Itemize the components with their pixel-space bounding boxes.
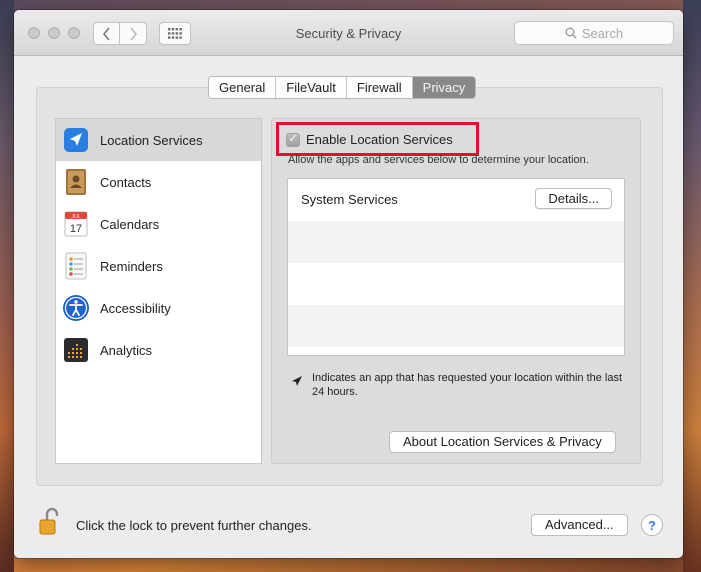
sidebar-item-label: Contacts — [100, 174, 152, 190]
table-row-empty — [288, 305, 624, 347]
sidebar-item-reminders[interactable]: Reminders — [56, 245, 261, 287]
sidebar-item-accessibility[interactable]: Accessibility — [56, 287, 261, 329]
desktop-background-left — [0, 0, 14, 572]
search-field[interactable]: Search — [514, 21, 674, 45]
sidebar-item-label: Calendars — [100, 216, 160, 232]
svg-text:JUL: JUL — [72, 214, 81, 220]
tab-bar: General FileVault Firewall Privacy — [208, 76, 477, 99]
search-placeholder: Search — [581, 25, 624, 41]
sidebar-item-label: Reminders — [100, 258, 163, 274]
sidebar-item-analytics[interactable]: Analytics — [56, 329, 261, 371]
table-row-empty — [288, 221, 624, 263]
tab-privacy[interactable]: Privacy — [412, 77, 476, 98]
sidebar-item-label: Location Services — [100, 132, 203, 148]
svg-text:17: 17 — [70, 223, 82, 235]
unlocked-padlock-icon — [39, 507, 59, 535]
enable-location-checkbox[interactable]: ✓ — [286, 132, 300, 147]
tab-firewall[interactable]: Firewall — [346, 77, 413, 98]
desktop-background-right — [683, 0, 701, 572]
reminders-list-icon — [62, 252, 90, 280]
privacy-sidebar: Location Services Contacts JUL 17 Calenda… — [55, 118, 262, 464]
advanced-button[interactable]: Advanced... — [531, 514, 628, 536]
details-button[interactable]: Details... — [535, 188, 612, 209]
sidebar-item-location-services[interactable]: Location Services — [56, 119, 261, 161]
unlock-button[interactable] — [38, 506, 64, 538]
tab-filevault[interactable]: FileVault — [276, 77, 347, 98]
enable-location-services-row[interactable]: ✓ Enable Location Services — [286, 132, 453, 147]
title-bar: Security & Privacy Search — [14, 10, 683, 56]
sidebar-item-label: Analytics — [100, 342, 153, 358]
recent-location-note: Indicates an app that has requested your… — [290, 371, 630, 399]
app-name: System Services — [301, 192, 398, 207]
accessibility-icon — [62, 294, 90, 322]
location-arrow-icon — [292, 376, 302, 386]
sidebar-item-contacts[interactable]: Contacts — [56, 161, 261, 203]
table-row[interactable]: System Services Details... — [288, 179, 624, 221]
location-arrow-icon — [62, 126, 90, 154]
help-button[interactable]: ? — [641, 514, 663, 536]
about-location-services-button[interactable]: About Location Services & Privacy — [389, 431, 616, 453]
calendar-icon: JUL 17 — [62, 210, 90, 238]
location-description: Allow the apps and services below to det… — [288, 154, 589, 166]
preferences-window: Security & Privacy Search General FileVa… — [14, 10, 683, 558]
search-icon — [565, 27, 577, 39]
sidebar-item-label: Accessibility — [100, 300, 171, 316]
contacts-book-icon — [62, 168, 90, 196]
enable-location-label: Enable Location Services — [306, 132, 453, 147]
note-text: Indicates an app that has requested your… — [312, 372, 623, 398]
analytics-grid-icon — [62, 336, 90, 364]
sidebar-item-calendars[interactable]: JUL 17 Calendars — [56, 203, 261, 245]
table-row-empty — [288, 263, 624, 305]
location-apps-list: System Services Details... — [287, 178, 625, 356]
tab-general[interactable]: General — [209, 77, 277, 98]
lock-status-text: Click the lock to prevent further change… — [76, 518, 312, 533]
